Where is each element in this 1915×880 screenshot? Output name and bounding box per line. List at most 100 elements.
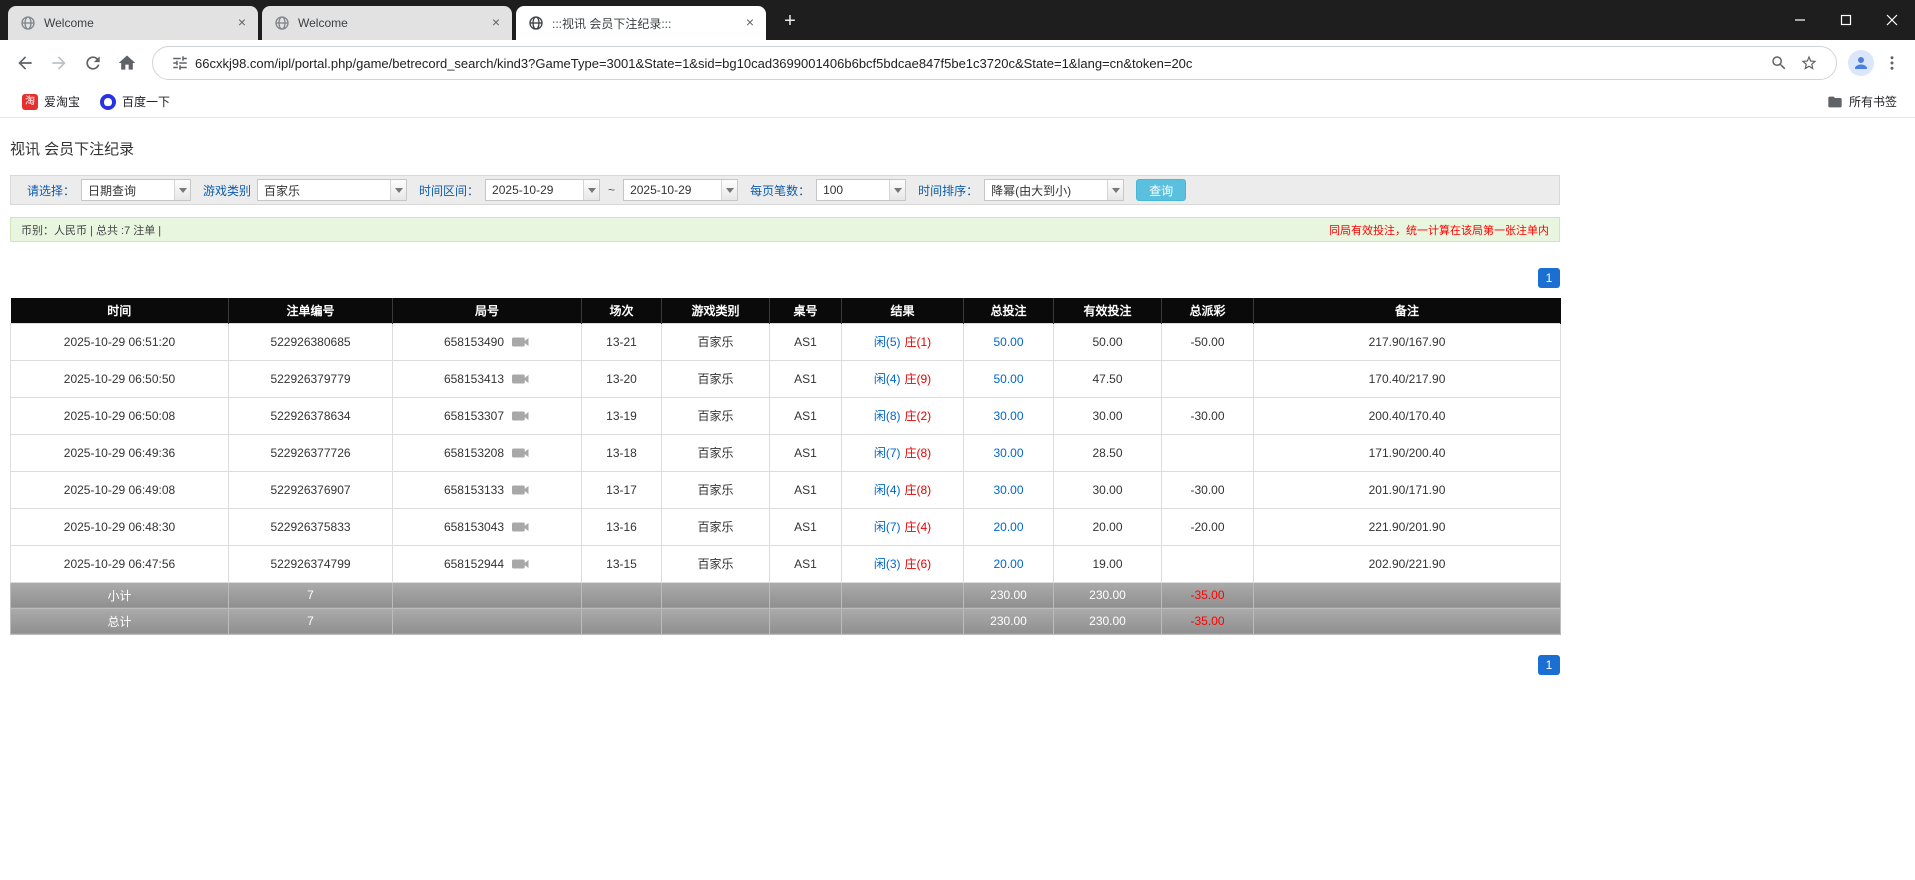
round-number: 658153490	[443, 334, 505, 349]
sort-label: 时间排序：	[918, 183, 979, 198]
close-button[interactable]	[1869, 0, 1915, 40]
tab-close-icon[interactable]: ×	[234, 15, 250, 31]
tab-title: Welcome	[298, 16, 348, 30]
reload-button[interactable]	[76, 46, 110, 80]
bookmark-aitaobao[interactable]: 淘 爱淘宝	[12, 90, 90, 114]
cell-time: 2025-10-29 06:51:20	[10, 322, 229, 361]
table-row: 2025-10-29 06:49:36 522926377726 6581532…	[10, 433, 1561, 472]
table-body: 2025-10-29 06:51:20 522926380685 6581534…	[10, 322, 1561, 635]
tab-close-icon[interactable]: ×	[488, 15, 504, 31]
browser-menu-button[interactable]	[1877, 46, 1907, 80]
chevron-down-icon	[889, 180, 906, 200]
col-time: 时间	[10, 298, 229, 323]
date-from-select[interactable]: 2025-10-29	[485, 179, 601, 201]
game-type-select[interactable]: 百家乐	[257, 179, 408, 201]
page-1-button[interactable]: 1	[1538, 654, 1560, 675]
cell-result: 闲(8) 庄(2)	[841, 396, 964, 435]
result-player: 闲(7)	[873, 446, 901, 460]
globe-icon	[529, 16, 543, 30]
all-bookmarks-button[interactable]: 所有书签	[1827, 93, 1903, 110]
video-icon[interactable]	[512, 372, 530, 386]
tab-welcome-1[interactable]: Welcome ×	[8, 6, 258, 40]
subtotal-count: 7	[228, 581, 393, 609]
grand-total-label: 总计	[10, 607, 229, 635]
page-1-button[interactable]: 1	[1538, 268, 1560, 288]
forward-button[interactable]	[42, 46, 76, 80]
date-to-select[interactable]: 2025-10-29	[623, 179, 739, 201]
all-bookmarks-label: 所有书签	[1848, 95, 1897, 109]
cell-result: 闲(4) 庄(9)	[841, 359, 964, 398]
video-icon[interactable]	[512, 520, 530, 534]
col-round: 局号	[392, 298, 582, 323]
cell-note: 171.90/200.40	[1253, 433, 1561, 472]
grand-total-row: 总计 7 230.00 230.00 -35.00	[10, 607, 1561, 635]
new-tab-button[interactable]: +	[776, 8, 804, 36]
cell-total-bet: 50.00	[963, 359, 1054, 398]
result-banker: 庄(8)	[904, 446, 932, 460]
video-icon[interactable]	[512, 409, 530, 423]
tab-bet-records[interactable]: :::视讯 会员下注纪录::: ×	[516, 6, 766, 40]
tab-title: :::视讯 会员下注纪录:::	[552, 16, 672, 31]
subtotal-row: 小计 7 230.00 230.00 -35.00	[10, 581, 1561, 609]
address-bar[interactable]: 66cxkj98.com/ipl/portal.php/game/betreco…	[152, 46, 1837, 80]
cell-session: 13-17	[581, 470, 662, 509]
home-button[interactable]	[110, 46, 144, 80]
folder-icon	[1828, 96, 1842, 107]
zoom-icon[interactable]	[1770, 54, 1788, 72]
url-text: 66cxkj98.com/ipl/portal.php/game/betreco…	[195, 55, 1193, 71]
window-controls	[1777, 0, 1915, 40]
table-row: 2025-10-29 06:50:08 522926378634 6581533…	[10, 396, 1561, 435]
cell-total-bet: 20.00	[963, 507, 1054, 546]
video-icon[interactable]	[512, 446, 530, 460]
search-button[interactable]: 查询	[1136, 179, 1187, 201]
tab-welcome-2[interactable]: Welcome ×	[262, 6, 512, 40]
cell-game-type: 百家乐	[661, 507, 770, 546]
profile-button[interactable]	[1845, 47, 1877, 79]
cell-game-type: 百家乐	[661, 470, 770, 509]
cell-payout: -30.00	[1161, 396, 1254, 435]
home-icon	[118, 55, 136, 70]
cell-note: 201.90/171.90	[1253, 470, 1561, 509]
total-bet-link[interactable]: 20.00	[993, 557, 1023, 571]
total-bet-link[interactable]: 20.00	[993, 520, 1023, 534]
cell-result: 闲(7) 庄(4)	[841, 507, 964, 546]
total-bet-link[interactable]: 30.00	[993, 446, 1023, 460]
cell-table-no: AS1	[769, 396, 842, 435]
cell-bet-id: 522926377726	[228, 433, 393, 472]
site-settings-icon[interactable]	[171, 54, 189, 72]
cell-round: 658153133	[392, 470, 582, 509]
bookmark-star-icon[interactable]	[1800, 54, 1818, 72]
bookmark-baidu[interactable]: 百度一下	[90, 90, 180, 114]
minimize-button[interactable]	[1777, 0, 1823, 40]
tab-close-icon[interactable]: ×	[742, 15, 758, 31]
sort-select[interactable]: 降幂(由大到小)	[984, 179, 1125, 201]
globe-icon	[275, 16, 289, 30]
result-player: 闲(8)	[873, 409, 901, 423]
cell-table-no: AS1	[769, 322, 842, 361]
cell-time: 2025-10-29 06:50:50	[10, 359, 229, 398]
maximize-button[interactable]	[1823, 0, 1869, 40]
per-page-select[interactable]: 100	[816, 179, 907, 201]
video-icon[interactable]	[512, 335, 530, 349]
cell-total-bet: 50.00	[963, 322, 1054, 361]
video-icon[interactable]	[512, 483, 530, 497]
back-button[interactable]	[8, 46, 42, 80]
cell-time: 2025-10-29 06:48:30	[10, 507, 229, 546]
total-bet-link[interactable]: 50.00	[993, 335, 1023, 349]
cell-valid-bet: 30.00	[1053, 396, 1162, 435]
table-header-row: 时间 注单编号 局号 场次 游戏类别 桌号 结果 总投注 有效投注 总派彩 备注	[10, 298, 1561, 323]
table-row: 2025-10-29 06:49:08 522926376907 6581531…	[10, 470, 1561, 509]
kebab-menu-icon	[1890, 56, 1894, 70]
result-player: 闲(5)	[873, 335, 901, 349]
pagination-bottom: 1	[10, 654, 1560, 675]
total-bet-link[interactable]: 30.00	[993, 483, 1023, 497]
cell-note: 217.90/167.90	[1253, 322, 1561, 361]
currency-total-text: 币别：人民币 | 总共 :7 注单 |	[21, 224, 162, 237]
query-type-select[interactable]: 日期查询	[81, 179, 192, 201]
cell-valid-bet: 20.00	[1053, 507, 1162, 546]
result-banker: 庄(2)	[904, 409, 932, 423]
video-icon[interactable]	[512, 557, 530, 571]
total-bet-link[interactable]: 30.00	[993, 409, 1023, 423]
total-bet-link[interactable]: 50.00	[993, 372, 1023, 386]
round-number: 658153307	[443, 408, 505, 423]
